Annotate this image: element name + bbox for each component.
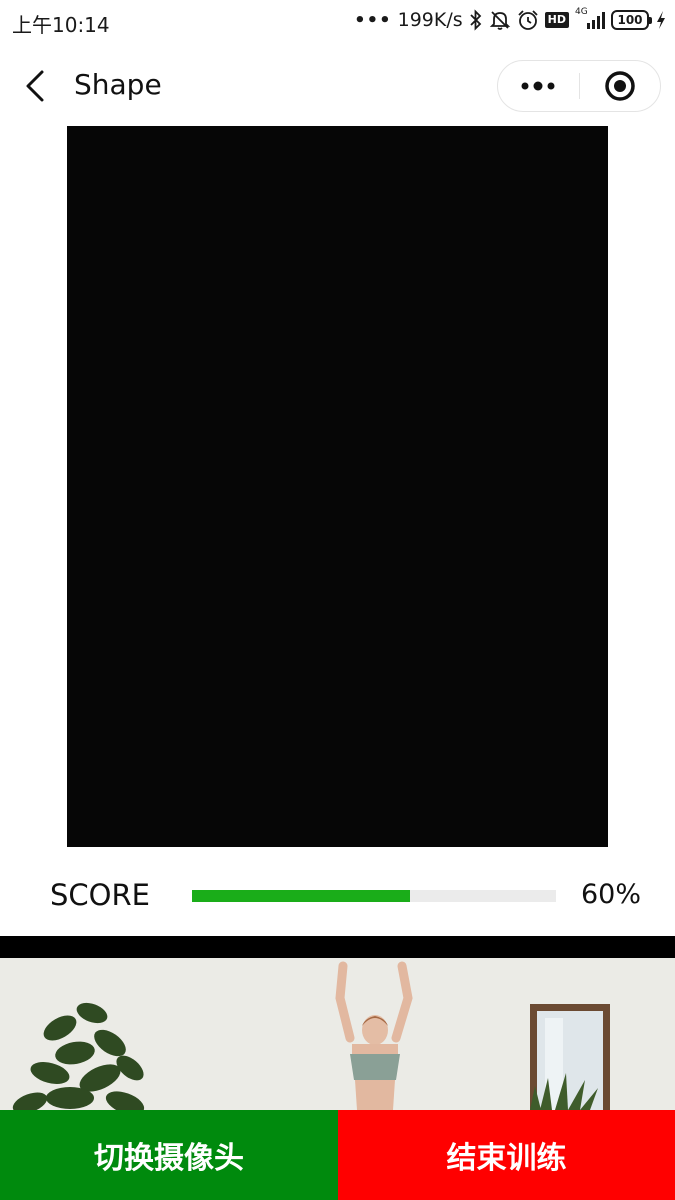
score-progress-track	[192, 890, 556, 902]
alarm-clock-icon	[517, 9, 539, 31]
bottom-action-bar: 切换摄像头 结束训练	[0, 1110, 675, 1200]
score-label: SCORE	[50, 878, 150, 912]
signal-dots-icon: •••	[354, 9, 392, 31]
demo-video-frame	[0, 958, 675, 1110]
mirror-right	[530, 1004, 610, 1110]
battery-icon: 100	[611, 10, 652, 30]
hd-icon: HD	[544, 12, 569, 28]
divider-strip	[0, 936, 675, 958]
target-circle-icon	[605, 71, 635, 101]
bluetooth-icon	[469, 9, 483, 31]
chevron-left-icon	[26, 70, 44, 102]
more-button[interactable]	[498, 61, 579, 111]
status-icons: ••• 199K/s HD 4G 100	[354, 7, 667, 31]
back-button[interactable]	[18, 68, 54, 104]
screen: 上午10:14 ••• 199K/s HD 4G 100 Shape SCORE…	[0, 0, 675, 1200]
score-row: SCORE 60%	[0, 868, 675, 924]
end-training-button[interactable]: 结束训练	[338, 1110, 675, 1200]
more-dots-icon	[521, 81, 555, 91]
score-percent: 60%	[580, 879, 641, 910]
page-title: Shape	[74, 68, 162, 101]
close-button[interactable]	[580, 61, 661, 111]
charging-icon	[655, 9, 667, 31]
alarm-off-icon	[489, 9, 511, 31]
score-progress-fill	[192, 890, 411, 902]
switch-camera-button[interactable]: 切换摄像头	[0, 1110, 338, 1200]
status-time: 上午10:14	[12, 13, 110, 37]
status-bar: 上午10:14 ••• 199K/s HD 4G 100	[0, 0, 675, 44]
nav-bar: Shape	[0, 52, 675, 120]
mini-program-capsule	[497, 60, 661, 112]
demo-video	[0, 958, 675, 1110]
battery-level: 100	[617, 13, 643, 27]
network-speed: 199K/s	[397, 9, 463, 31]
camera-view	[67, 126, 608, 847]
cellular-signal-icon: 4G	[575, 7, 605, 31]
